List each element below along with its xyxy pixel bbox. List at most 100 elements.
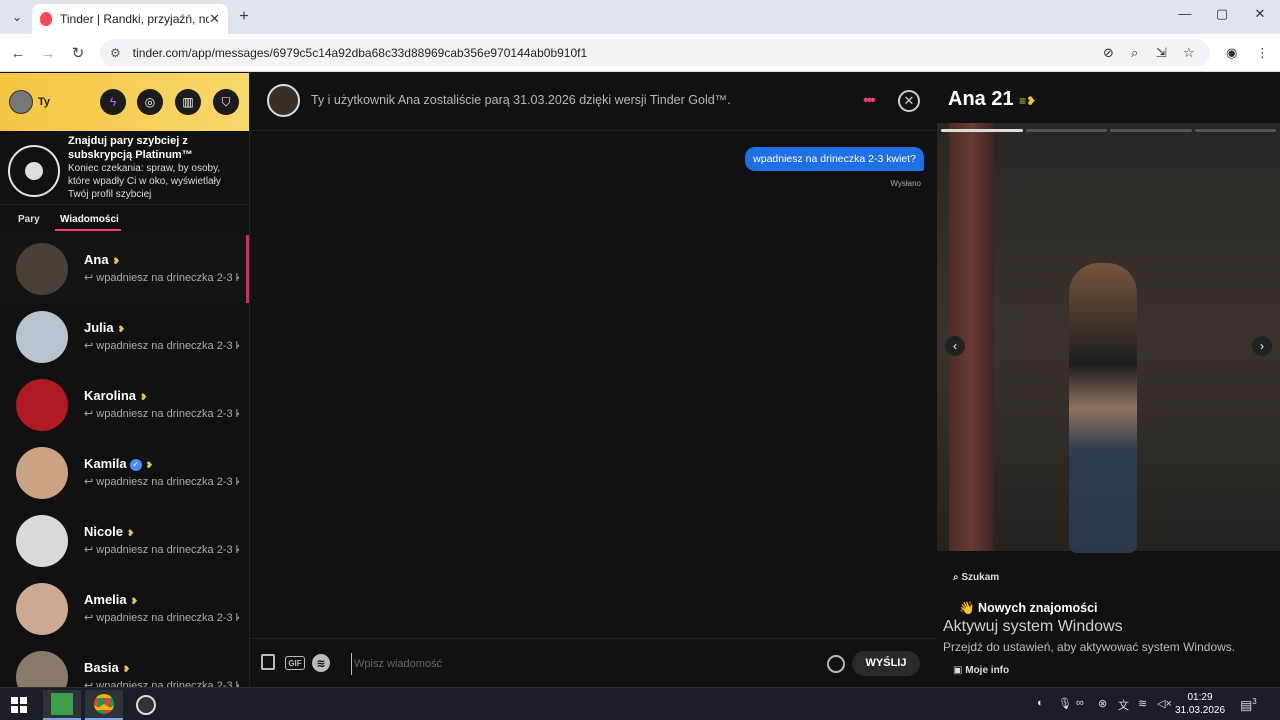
gif-button[interactable]: GIF bbox=[285, 656, 305, 670]
avatar[interactable] bbox=[9, 90, 33, 114]
gold-badge-icon: ❥ bbox=[130, 596, 139, 606]
photo-person bbox=[1069, 263, 1137, 553]
photo-indicator[interactable] bbox=[1194, 129, 1276, 132]
address-bar[interactable]: ⚙ tinder.com/app/messages/6979c5c14a92db… bbox=[100, 39, 1210, 67]
browser-tab[interactable]: Tinder | Randki, przyjaźń, nowe ✕ bbox=[32, 4, 228, 34]
avatar bbox=[16, 243, 68, 295]
photo-indicator[interactable] bbox=[1110, 129, 1192, 132]
profile-app-icon[interactable] bbox=[43, 690, 81, 720]
wifi-icon[interactable]: ≋ bbox=[1138, 697, 1147, 710]
message-preview: ↩ wpadniesz na drineczka 2-3 kwiet? bbox=[84, 408, 239, 420]
photo-indicator[interactable] bbox=[1025, 129, 1107, 132]
conversation-name: Ana ❥ bbox=[84, 252, 121, 267]
profile-name: Ana 21 ≡❥ bbox=[948, 88, 1037, 110]
match-info-text: Ty i użytkownik Ana zostaliście parą 31.… bbox=[311, 93, 731, 107]
info-icon: ▣ bbox=[953, 665, 966, 676]
chat-panel: Ty i użytkownik Ana zostaliście parą 31.… bbox=[251, 73, 937, 687]
window-close-icon[interactable]: ✕ bbox=[1240, 6, 1280, 22]
avatar bbox=[16, 651, 68, 687]
url-text: tinder.com/app/messages/6979c5c14a92dba6… bbox=[132, 46, 588, 60]
tab-messages[interactable]: Wiadomości bbox=[60, 214, 119, 225]
sent-message-bubble[interactable]: wpadniesz na drineczka 2-3 kwiet? bbox=[745, 147, 924, 171]
prev-photo-icon[interactable]: ‹ bbox=[945, 336, 965, 356]
explore-compass-icon[interactable]: ◎ bbox=[137, 89, 163, 115]
tracking-icon[interactable]: ⊘ bbox=[1103, 39, 1114, 67]
network-off-icon[interactable]: ⊗ bbox=[1098, 697, 1107, 710]
message-input[interactable]: Wpisz wiadomość bbox=[351, 653, 811, 675]
list-item[interactable]: Julia❥ ↩ wpadniesz na drineczka 2-3 kwiet… bbox=[0, 303, 249, 371]
link-icon[interactable]: ∞ bbox=[1076, 697, 1084, 709]
tab-pairs[interactable]: Pary bbox=[18, 214, 40, 225]
verified-icon: ✓ bbox=[129, 459, 142, 471]
user-label[interactable]: Ty bbox=[38, 96, 50, 108]
list-item[interactable]: Karolina❥ ↩ wpadniesz na drineczka 2-3 kw… bbox=[0, 371, 249, 439]
promo-title: Znajduj pary szybciej z subskrypcją Plat… bbox=[68, 135, 193, 161]
list-item[interactable]: Amelia❥ ↩ wpadniesz na drineczka 2-3 kwie… bbox=[0, 575, 249, 643]
close-chat-icon[interactable]: ✕ bbox=[898, 90, 920, 112]
list-item[interactable]: Basia❥ ↩ wpadniesz na drineczka 2-3 kwiet… bbox=[0, 643, 249, 687]
platinum-badge-icon bbox=[8, 145, 60, 197]
boost-icon[interactable]: ϟ bbox=[100, 89, 126, 115]
obs-icon[interactable] bbox=[127, 690, 165, 720]
shield-icon[interactable]: ⛉ bbox=[213, 89, 239, 115]
new-tab-button[interactable]: + bbox=[235, 8, 253, 26]
minimize-icon[interactable]: — bbox=[1165, 6, 1205, 21]
message-preview: ↩ wpadniesz na drineczka 2-3 kwiet? bbox=[84, 612, 239, 624]
send-button[interactable]: WYŚLIJ bbox=[852, 651, 920, 676]
message-composer: GIF ≋ Wpisz wiadomość WYŚLIJ bbox=[251, 638, 937, 687]
conversation-list: Ana❥↩ wpadniesz na drineczka 2-3 kwiet?J… bbox=[0, 235, 249, 687]
gold-badge-icon: ❥ bbox=[117, 324, 126, 334]
platinum-promo[interactable]: Znajduj pary szybciej z subskrypcją Plat… bbox=[0, 131, 249, 205]
browser-tab-strip: ⌄ Tinder | Randki, przyjaźń, nowe ✕ + — … bbox=[0, 0, 1280, 34]
match-avatar[interactable] bbox=[267, 84, 300, 117]
next-photo-icon[interactable]: › bbox=[1252, 336, 1272, 356]
list-item[interactable]: Ana❥ ↩ wpadniesz na drineczka 2-3 kwiet? bbox=[0, 235, 249, 303]
menu-icon[interactable]: ⋮ bbox=[1256, 39, 1269, 67]
forward-icon[interactable]: → bbox=[38, 43, 58, 63]
avatar bbox=[16, 311, 68, 363]
profile-photo[interactable]: ‹ › bbox=[937, 123, 1280, 553]
back-icon[interactable]: ← bbox=[8, 43, 28, 63]
bookmark-star-icon[interactable]: ☆ bbox=[1183, 39, 1195, 67]
windows-taskbar: ◐ 🎙 ∞ ⊗ 文 ≋ ◁× 01:29 31.03.2026 ▤3 bbox=[0, 687, 1280, 720]
chat-header: Ty i użytkownik Ana zostaliście parą 31.… bbox=[251, 73, 937, 131]
list-item[interactable]: Nicole❥ ↩ wpadniesz na drineczka 2-3 kwie… bbox=[0, 507, 249, 575]
more-options-icon[interactable]: ••• bbox=[863, 93, 876, 109]
zoom-icon[interactable]: ⌕ bbox=[1131, 39, 1138, 67]
tab-search-icon[interactable]: ⌄ bbox=[8, 8, 26, 26]
reload-icon[interactable]: ↻ bbox=[68, 43, 88, 63]
active-tab-indicator bbox=[55, 229, 121, 231]
list-item[interactable]: Kamila✓❥ ↩ wpadniesz na drineczka 2-3 kwi… bbox=[0, 439, 249, 507]
conversation-name: Basia ❥ bbox=[84, 660, 131, 675]
site-info-icon[interactable]: ⚙ bbox=[110, 46, 121, 60]
profile-icon[interactable]: ◉ bbox=[1226, 39, 1237, 67]
antivirus-icon[interactable]: ◐ bbox=[1037, 697, 1044, 709]
spotify-icon[interactable]: ≋ bbox=[312, 654, 330, 672]
windows-start-icon[interactable] bbox=[11, 697, 27, 713]
my-info-label: ▣ Moje info bbox=[953, 665, 1010, 676]
wave-icon: 👋 bbox=[959, 601, 979, 615]
chrome-icon[interactable] bbox=[85, 690, 123, 720]
conversation-name: Julia ❥ bbox=[84, 320, 126, 335]
conversation-name: Kamila ✓ ❥ bbox=[84, 456, 154, 471]
sidebar-tabs: Pary Wiadomości bbox=[0, 205, 249, 235]
photo-indicator[interactable] bbox=[941, 129, 1023, 132]
sticker-icon[interactable] bbox=[261, 654, 275, 670]
message-preview: ↩ wpadniesz na drineczka 2-3 kwiet? bbox=[84, 544, 239, 556]
language-icon[interactable]: 文 bbox=[1118, 697, 1129, 713]
gold-badge-icon: ❥ bbox=[127, 528, 135, 538]
microphone-icon[interactable]: 🎙 bbox=[1058, 697, 1072, 710]
maximize-icon[interactable]: ▢ bbox=[1202, 6, 1242, 22]
avatar bbox=[16, 379, 68, 431]
tab-close-icon[interactable]: ✕ bbox=[209, 11, 220, 27]
briefcase-icon[interactable]: ▥ bbox=[175, 89, 201, 115]
install-app-icon[interactable]: ⇲ bbox=[1156, 39, 1167, 67]
profile-panel: Ana 21 ≡❥ ‹ › ⌕ Szukam 👋 Nowych znajomoś… bbox=[937, 73, 1280, 687]
avatar bbox=[16, 515, 68, 567]
emoji-icon[interactable] bbox=[827, 655, 845, 673]
looking-for-value: 👋 Nowych znajomości bbox=[959, 601, 1098, 615]
clock[interactable]: 01:29 31.03.2026 bbox=[1170, 691, 1230, 717]
avatar bbox=[16, 583, 68, 635]
message-preview: ↩ wpadniesz na drineczka 2-3 kwiet? bbox=[84, 340, 239, 352]
notifications-icon[interactable]: ▤3 bbox=[1240, 697, 1257, 713]
